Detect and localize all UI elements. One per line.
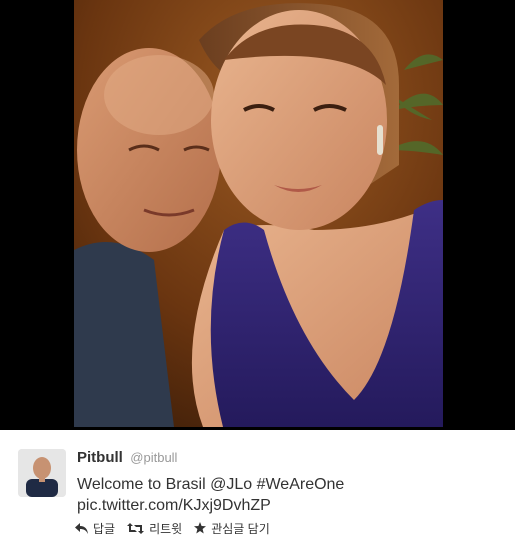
retweet-button[interactable]: 리트윗 bbox=[127, 520, 182, 537]
photo-illustration bbox=[74, 0, 443, 427]
reply-label: 답글 bbox=[93, 521, 116, 536]
tweet-text-line-1: Welcome to Brasil @JLo #WeAreOne bbox=[77, 474, 507, 495]
retweet-label: 리트윗 bbox=[149, 521, 183, 536]
tweet-text-line-2: pic.twitter.com/KJxj9DvhZP bbox=[77, 495, 507, 516]
media-frame bbox=[0, 0, 515, 430]
reply-button[interactable]: 답글 bbox=[75, 520, 115, 537]
hashtag-link[interactable]: #WeAreOne bbox=[257, 476, 345, 493]
favorite-button[interactable]: 관심글 담기 bbox=[194, 520, 270, 537]
mention-link[interactable]: @JLo bbox=[210, 476, 252, 493]
tweet-photo[interactable] bbox=[74, 0, 443, 427]
tweet-actions: 답글 리트윗 관심글 담기 bbox=[75, 519, 282, 537]
media-link[interactable]: pic.twitter.com/KJxj9DvhZP bbox=[77, 497, 271, 514]
tweet-author: Pitbull @pitbull bbox=[77, 449, 177, 467]
star-icon bbox=[194, 522, 207, 534]
tweet-text-prefix: Welcome to Brasil bbox=[77, 476, 211, 493]
reply-icon bbox=[75, 522, 88, 534]
tweet-text: Welcome to Brasil @JLo #WeAreOne pic.twi… bbox=[77, 474, 507, 516]
author-username[interactable]: @pitbull bbox=[130, 450, 177, 465]
avatar-image bbox=[18, 449, 66, 497]
retweet-icon bbox=[127, 522, 145, 534]
avatar[interactable] bbox=[18, 449, 66, 497]
favorite-label: 관심글 담기 bbox=[211, 521, 270, 536]
author-fullname[interactable]: Pitbull bbox=[77, 449, 123, 466]
tweet-card: Pitbull @pitbull Welcome to Brasil @JLo … bbox=[0, 430, 515, 547]
